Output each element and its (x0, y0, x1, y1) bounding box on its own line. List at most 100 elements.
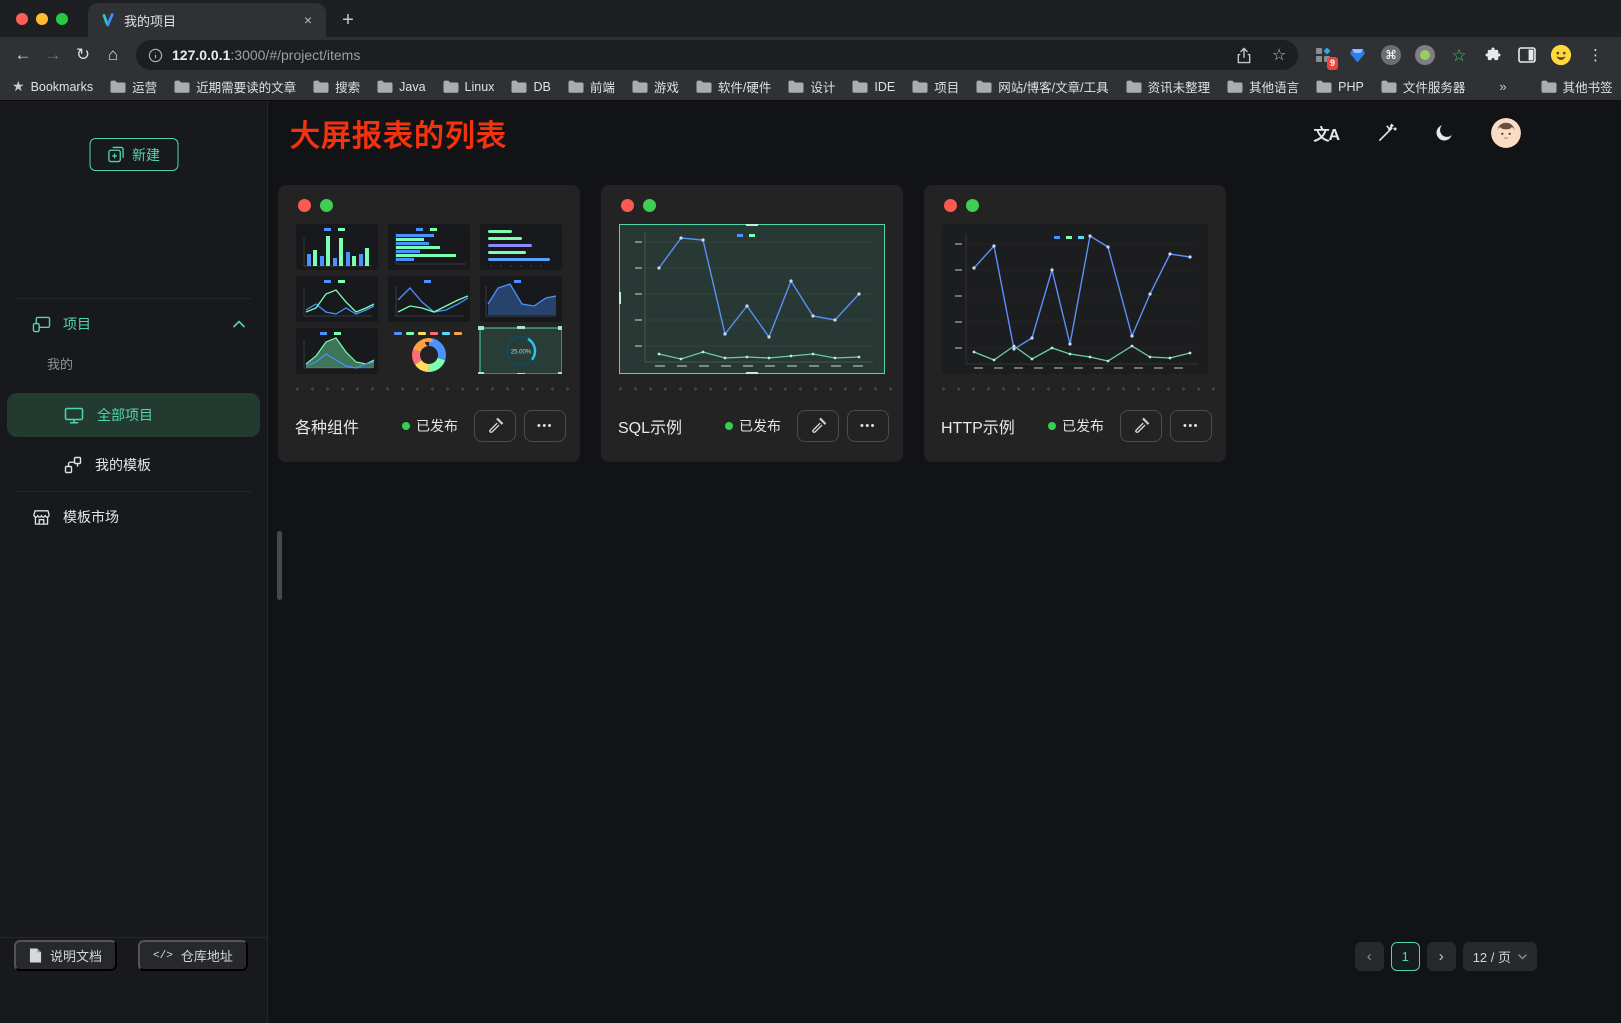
sidebar-footer-divider (0, 937, 267, 938)
bookmark-folder[interactable]: 软件/硬件 (696, 77, 771, 96)
url-path: :3000/#/project/items (230, 47, 360, 63)
status-dot (725, 422, 733, 430)
chevron-down-icon (1518, 954, 1527, 960)
edit-project-button[interactable] (474, 410, 516, 442)
bookmark-folder[interactable]: 游戏 (632, 77, 679, 96)
sidebar-item-all-projects[interactable]: 全部项目 (7, 393, 260, 437)
close-window-button[interactable] (16, 13, 28, 25)
repo-button[interactable]: </> 仓库地址 (138, 940, 248, 971)
chevron-up-icon[interactable] (233, 321, 245, 328)
bookmark-star-icon[interactable]: ☆ (1266, 42, 1292, 68)
more-actions-button[interactable]: ••• (847, 410, 889, 442)
current-page-button[interactable]: 1 (1391, 942, 1420, 971)
docs-button[interactable]: 说明文档 (14, 940, 117, 971)
minimize-window-button[interactable] (36, 13, 48, 25)
bookmark-folder[interactable]: 运营 (110, 77, 157, 96)
puzzle-extensions-icon[interactable] (1482, 44, 1504, 66)
folder-icon (1126, 80, 1142, 93)
sidebar-item-template-market[interactable]: 模板市场 (0, 499, 267, 535)
publish-status: 已发布 (725, 416, 781, 436)
edit-project-button[interactable] (1120, 410, 1162, 442)
gauge-value: 25.00% (511, 350, 532, 356)
main-header: 大屏报表的列表 文A (268, 101, 1621, 165)
gem-extension-icon[interactable] (1346, 44, 1368, 66)
project-card[interactable]: 25.00% 各种组件 已发布 (278, 185, 580, 462)
project-card[interactable]: HTTP示例 已发布 (924, 185, 1226, 462)
hammer-icon (810, 417, 827, 434)
dark-mode-moon-icon[interactable] (1434, 123, 1454, 143)
back-button[interactable]: ← (8, 40, 38, 70)
sidebar-divider (16, 298, 251, 299)
reload-button[interactable]: ↻ (68, 40, 98, 70)
page-size-select[interactable]: 12 / 页 (1463, 942, 1537, 971)
bookmark-folder[interactable]: 近期需要读的文章 (174, 77, 296, 96)
magic-wand-icon[interactable] (1376, 123, 1397, 144)
recorder-extension-icon[interactable] (1414, 44, 1436, 66)
language-toggle-icon[interactable]: 文A (1313, 121, 1339, 145)
site-info-icon[interactable] (148, 48, 163, 63)
next-page-button[interactable]: › (1427, 942, 1456, 971)
more-actions-button[interactable]: ••• (1170, 410, 1212, 442)
share-icon[interactable] (1231, 42, 1257, 68)
pagination: ‹ 1 › 12 / 页 (1355, 942, 1537, 971)
green-dot (643, 199, 656, 212)
folder-icon (632, 80, 648, 93)
tab-manager-extension-icon[interactable]: 9 (1312, 44, 1334, 66)
sidebar-section-project[interactable]: 项目 (0, 306, 267, 342)
bookmark-folder[interactable]: Linux (443, 80, 495, 94)
sidebar: 新建 项目 我的 (0, 101, 268, 1023)
bookmark-folder[interactable]: Java (377, 80, 425, 94)
maximize-window-button[interactable] (56, 13, 68, 25)
bookmark-folder[interactable]: 搜索 (313, 77, 360, 96)
bookmark-folder[interactable]: 设计 (788, 77, 835, 96)
close-tab-icon[interactable]: × (300, 11, 316, 29)
mini-line-chart (296, 276, 378, 322)
more-actions-button[interactable]: ••• (524, 410, 566, 442)
card-footer: HTTP示例 已发布 (924, 391, 1226, 462)
address-bar[interactable]: 127.0.0.1:3000/#/project/items ☆ (136, 40, 1298, 70)
folder-icon (852, 80, 868, 93)
saladict-extension-icon[interactable]: ☆ (1448, 44, 1470, 66)
profile-avatar-icon[interactable] (1550, 44, 1572, 66)
bookmark-folder[interactable]: 前端 (568, 77, 615, 96)
traffic-lights (0, 0, 84, 37)
create-project-button[interactable]: 新建 (89, 138, 178, 171)
browser-tab[interactable]: 我的项目 × (88, 3, 326, 37)
chrome-menu-icon[interactable]: ⋮ (1584, 46, 1607, 64)
mini-area-chart (480, 276, 562, 322)
sidebar-item-my-templates[interactable]: 我的模板 (7, 443, 260, 487)
edit-project-button[interactable] (797, 410, 839, 442)
publish-status: 已发布 (1048, 416, 1104, 436)
red-dot (944, 199, 957, 212)
prev-page-button[interactable]: ‹ (1355, 942, 1384, 971)
other-bookmarks-item[interactable]: 其他书签 (1541, 77, 1613, 96)
bookmark-folder[interactable]: 网站/博客/文章/工具 (976, 77, 1108, 96)
bookmarks-overflow-button[interactable]: » (1499, 79, 1506, 94)
home-button[interactable]: ⌂ (98, 40, 128, 70)
user-avatar[interactable] (1491, 118, 1521, 148)
forward-button[interactable]: → (38, 40, 68, 70)
extensions-area: 9 ⌘ ☆ (1306, 44, 1613, 66)
bookmark-folder[interactable]: PHP (1316, 80, 1364, 94)
mini-line-chart-2 (388, 276, 470, 322)
bookmark-folder[interactable]: IDE (852, 80, 895, 94)
status-dot (1048, 422, 1056, 430)
scrollbar-thumb[interactable] (277, 531, 282, 600)
ellipsis-icon: ••• (537, 420, 553, 432)
command-extension-icon[interactable]: ⌘ (1380, 44, 1402, 66)
card-title: SQL示例 (618, 414, 717, 438)
bookmark-folder[interactable]: 项目 (912, 77, 959, 96)
folder-icon (976, 80, 992, 93)
bookmark-folder[interactable]: 文件服务器 (1381, 77, 1466, 96)
bookmark-folder[interactable]: 其他语言 (1227, 77, 1299, 96)
browser-toolbar: ← → ↻ ⌂ 127.0.0.1:3000/#/project/items ☆ (0, 37, 1621, 73)
project-card[interactable]: SQL示例 已发布 (601, 185, 903, 462)
screens-icon (32, 316, 51, 333)
bookmark-folder[interactable]: DB (511, 80, 550, 94)
new-tab-button[interactable]: + (334, 6, 362, 34)
ellipsis-icon: ••• (860, 420, 876, 432)
mini-capsule-chart (480, 224, 562, 270)
bookmarks-manager-item[interactable]: ★ Bookmarks (12, 78, 93, 95)
side-panel-icon[interactable] (1516, 44, 1538, 66)
bookmark-folder[interactable]: 资讯未整理 (1126, 77, 1211, 96)
